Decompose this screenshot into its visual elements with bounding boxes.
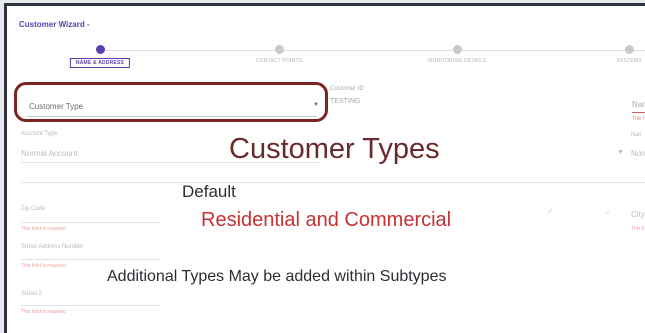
- customer-id-label: Customer ID: [330, 86, 364, 92]
- step-systems[interactable]: SYSTEMS: [616, 45, 641, 64]
- caret-down-icon: ▼: [313, 102, 319, 108]
- step-label-monitoring-details: MONITORING DETAILS: [428, 58, 486, 64]
- zip-code-error: This field is required: [21, 226, 66, 232]
- account-type-label: Account Type: [21, 131, 58, 137]
- step-label-contact-points: CONTACT POINTS: [255, 58, 303, 64]
- street-address-label: Street Address Number: [21, 244, 84, 250]
- right-field-value[interactable]: Non: [631, 149, 645, 158]
- overlay-types-text: Residential and Commercial: [201, 209, 452, 231]
- chevron-down-icon: ⌄: [604, 206, 612, 216]
- street-2-label: Street 2: [21, 291, 43, 297]
- step-label-name-address: NAME & ADDRESS: [69, 58, 131, 68]
- step-label-systems: SYSTEMS: [616, 58, 642, 64]
- account-type-value[interactable]: Normal Account: [21, 149, 77, 158]
- wizard-frame: Customer Wizard - NAME & ADDRESS CONTACT…: [4, 3, 645, 333]
- step-name-address[interactable]: NAME & ADDRESS: [69, 45, 131, 68]
- right-field-label: Nav: [631, 132, 642, 138]
- select-underline: [27, 116, 317, 117]
- section-divider: [21, 182, 645, 183]
- zip-code-label: Zip Code: [21, 206, 46, 212]
- caret-down-icon: ▼: [617, 149, 624, 156]
- wizard-title: Customer Wizard -: [19, 20, 90, 29]
- check-icon: ✓: [547, 206, 555, 216]
- street-address-underline: [21, 259, 161, 260]
- overlay-default-label: Default: [182, 182, 236, 201]
- street-address-error: This field is required: [21, 263, 66, 269]
- city-label[interactable]: City: [631, 210, 645, 219]
- name-field-error: This f: [632, 116, 645, 122]
- city-error: This fi: [631, 226, 645, 232]
- zip-code-underline: [21, 222, 161, 223]
- step-contact-points[interactable]: CONTACT POINTS: [256, 45, 302, 64]
- step-dot: [275, 45, 284, 54]
- step-monitoring-details[interactable]: MONITORING DETAILS: [428, 45, 486, 64]
- overlay-title: Customer Types: [229, 133, 440, 165]
- step-dot: [625, 45, 634, 54]
- customer-id-value[interactable]: TESTING: [330, 98, 360, 105]
- street-2-underline: [21, 305, 161, 306]
- customer-type-value: Customer Type: [29, 102, 84, 111]
- customer-type-select[interactable]: Customer Type ▼: [14, 82, 328, 122]
- name-field-underline: [632, 112, 645, 113]
- name-field-label[interactable]: Nan: [632, 100, 645, 109]
- street-2-error: This field is required: [21, 309, 66, 315]
- stepper-track: [102, 50, 645, 51]
- step-dot: [453, 45, 462, 54]
- step-active-dot: [96, 45, 105, 54]
- overlay-note: Additional Types May be added within Sub…: [107, 268, 447, 285]
